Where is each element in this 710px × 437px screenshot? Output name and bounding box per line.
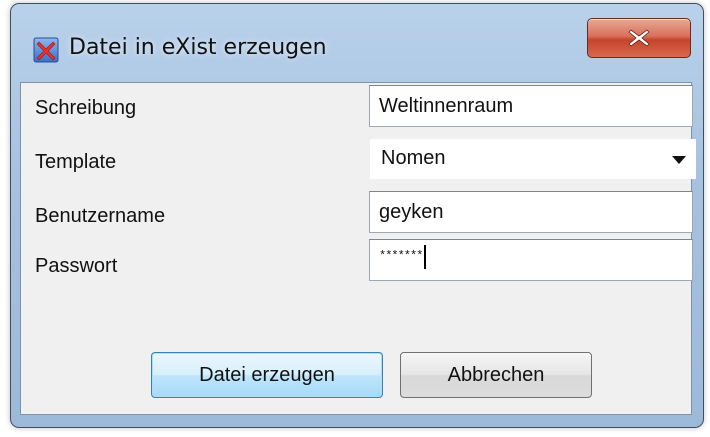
x-app-icon (33, 37, 59, 63)
datei-erzeugen-button[interactable]: Datei erzeugen (151, 352, 383, 398)
close-icon (628, 29, 650, 47)
passwort-input[interactable]: ******* (369, 239, 693, 281)
window-title: Datei in eXist erzeugen (69, 35, 327, 60)
dialog-window: Datei in eXist erzeugen Schreibung Welti… (10, 3, 704, 428)
password-mask: ******* (379, 249, 423, 263)
template-label: Template (35, 151, 117, 173)
close-button[interactable] (587, 18, 691, 58)
passwort-label: Passwort (35, 255, 118, 277)
title-bar[interactable]: Datei in eXist erzeugen (11, 4, 703, 82)
benutzername-label: Benutzername (35, 205, 166, 227)
benutzername-input[interactable]: geyken (369, 191, 693, 233)
chevron-down-icon[interactable] (672, 156, 686, 164)
text-caret (424, 244, 427, 269)
template-selected-value: Nomen (381, 147, 446, 169)
schreibung-label: Schreibung (35, 97, 137, 119)
abbrechen-button[interactable]: Abbrechen (400, 352, 592, 398)
dialog-content: Schreibung Weltinnenraum Template Nomen … (20, 82, 696, 415)
template-dropdown[interactable]: Nomen (370, 139, 696, 179)
schreibung-input[interactable]: Weltinnenraum (369, 85, 693, 127)
